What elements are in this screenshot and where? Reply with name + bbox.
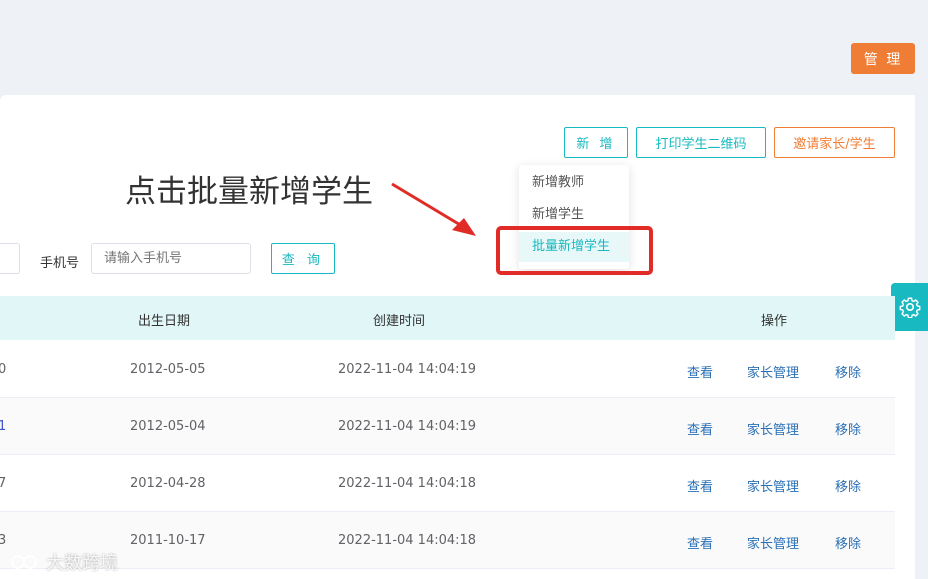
parent-manage-link[interactable]: 家长管理 [747, 362, 799, 381]
remove-link[interactable]: 移除 [835, 419, 861, 438]
view-link[interactable]: 查看 [687, 476, 713, 495]
cell-id: 3 [0, 533, 7, 548]
cell-created-time: 2022-11-04 14:04:19 [338, 362, 477, 377]
cell-birth-date: 2012-04-28 [130, 476, 206, 491]
filter-input-partial[interactable] [0, 243, 20, 274]
parent-manage-link[interactable]: 家长管理 [747, 476, 799, 495]
invite-button[interactable]: 邀请家长/学生 [774, 127, 895, 158]
cell-birth-date: 2012-05-04 [130, 419, 206, 434]
view-link[interactable]: 查看 [687, 419, 713, 438]
cell-created-time: 2022-11-04 14:04:18 [338, 476, 477, 491]
cell-birth-date: 2011-10-17 [130, 533, 206, 548]
phone-label: 手机号 [40, 256, 80, 271]
header-created-time: 创建时间 [373, 314, 426, 329]
print-qr-button[interactable]: 打印学生二维码 [636, 127, 766, 158]
cell-created-time: 2022-11-04 14:04:18 [338, 533, 477, 548]
table-row: 3 2011-10-17 2022-11-04 14:04:18 查看 家长管理… [0, 512, 895, 569]
parent-manage-link[interactable]: 家长管理 [747, 533, 799, 552]
cell-id: 7 [0, 476, 7, 491]
table-row: 1 2012-05-04 2022-11-04 14:04:19 查看 家长管理… [0, 398, 895, 455]
table-row: 7 2012-04-28 2022-11-04 14:04:18 查看 家长管理… [0, 455, 895, 512]
remove-link[interactable]: 移除 [835, 533, 861, 552]
dropdown-item-new-teacher[interactable]: 新增教师 [519, 168, 629, 198]
watermark-text: 大数跨境 [46, 553, 118, 574]
parent-manage-link[interactable]: 家长管理 [747, 419, 799, 438]
query-button[interactable]: 查 询 [271, 243, 335, 274]
manage-button[interactable]: 管 理 [851, 43, 915, 74]
watermark-logo-icon [11, 555, 37, 569]
cell-birth-date: 2012-05-05 [130, 362, 206, 377]
cell-created-time: 2022-11-04 14:04:19 [338, 419, 477, 434]
annotation-highlight-box [496, 226, 653, 275]
view-link[interactable]: 查看 [687, 533, 713, 552]
new-button[interactable]: 新 增 [564, 127, 628, 158]
gear-icon [899, 297, 920, 318]
cell-id[interactable]: 1 [0, 419, 6, 434]
annotation-text: 点击批量新增学生 [125, 174, 373, 210]
table-header: 出生日期 创建时间 操作 [0, 296, 895, 340]
remove-link[interactable]: 移除 [835, 362, 861, 381]
watermark: 大数跨境 [8, 549, 118, 575]
header-birth-date: 出生日期 [138, 314, 191, 329]
annotation-arrow-icon [391, 182, 476, 236]
settings-tab[interactable] [891, 283, 928, 331]
remove-link[interactable]: 移除 [835, 476, 861, 495]
table-row: 0 2012-05-05 2022-11-04 14:04:19 查看 家长管理… [0, 341, 895, 398]
header-actions: 操作 [761, 314, 788, 329]
phone-input[interactable] [91, 243, 251, 274]
view-link[interactable]: 查看 [687, 362, 713, 381]
cell-id: 0 [0, 362, 7, 377]
